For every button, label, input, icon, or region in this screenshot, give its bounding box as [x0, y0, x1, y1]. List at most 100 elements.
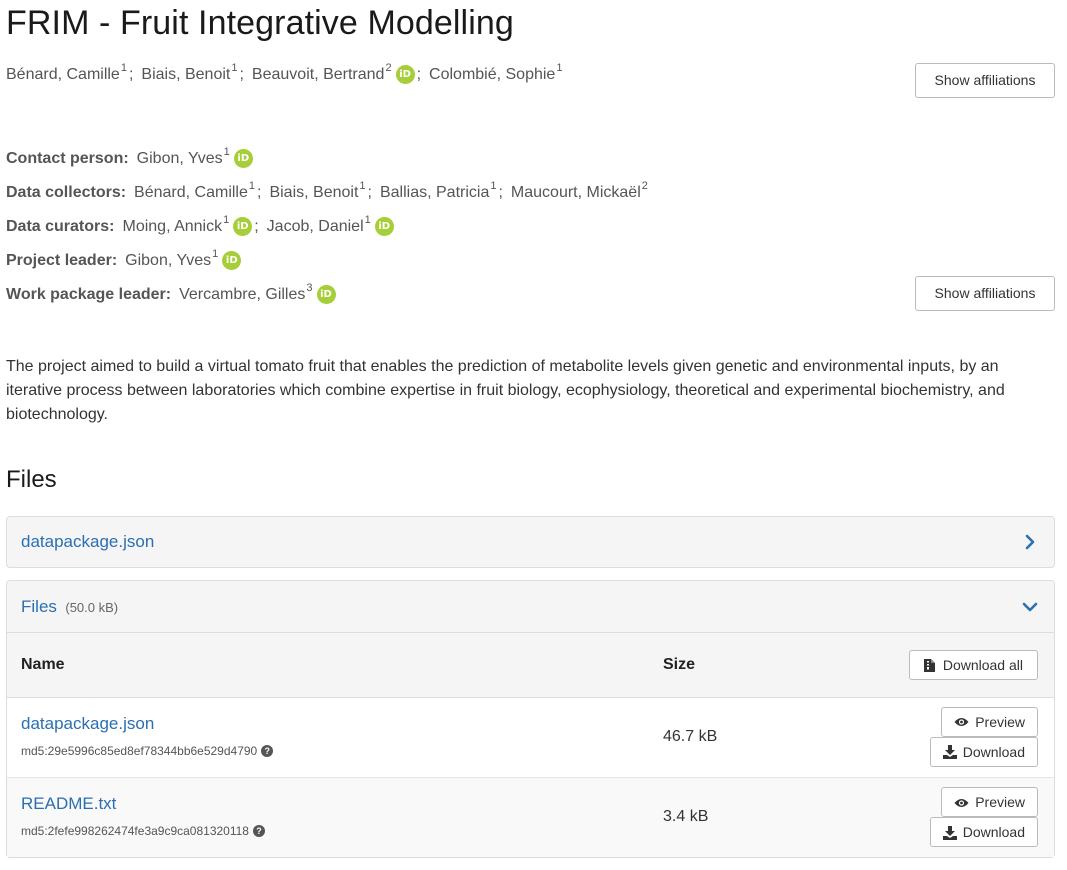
file-name-cell: README.txt md5:2fefe998262474fe3a9c9ca08…: [7, 777, 662, 857]
chevron-right-icon[interactable]: [1020, 532, 1040, 552]
role-label: Project leader:: [6, 252, 118, 270]
file-actions: Preview Download: [837, 777, 1054, 857]
role-label: Data curators:: [6, 218, 115, 236]
download-button[interactable]: Download: [929, 737, 1038, 767]
question-circle-icon[interactable]: ?: [261, 744, 274, 757]
contributor-name: Gibon, Yves: [125, 252, 212, 270]
separator: ;: [367, 184, 372, 202]
download-all-label: Download all: [942, 656, 1023, 673]
contributor-name: Moing, Annick: [122, 218, 223, 236]
file-size: 46.7 kB: [663, 728, 718, 745]
contributor[interactable]: Gibon, Yves1: [136, 146, 230, 168]
contributor-name: Gibon, Yves: [136, 150, 223, 168]
contributor[interactable]: Moing, Annick1: [122, 214, 229, 236]
contributor-row-contact-person: Contact person: Gibon, Yves1iD: [6, 143, 648, 177]
creators-list: Bénard, Camille1; Biais, Benoit1; Beauvoit…: [6, 62, 562, 85]
contributor[interactable]: Biais, Benoit1: [269, 180, 365, 202]
table-row: README.txt md5:2fefe998262474fe3a9c9ca08…: [7, 777, 1054, 857]
contributor[interactable]: Vercambre, Gilles3: [179, 282, 312, 304]
show-affiliations-button[interactable]: Show affiliations: [915, 276, 1055, 311]
creator-name: Beauvoit, Bertrand: [251, 66, 385, 84]
affiliation-index: 1: [359, 180, 366, 192]
question-circle-icon[interactable]: ?: [252, 825, 265, 838]
orcid-icon[interactable]: iD: [233, 216, 253, 236]
contributor-name: Maucourt, Mickaël: [510, 184, 641, 202]
files-heading: Files: [6, 466, 57, 493]
column-header-name: Name: [21, 655, 65, 673]
affiliation-index: 1: [212, 248, 219, 260]
total-size: (50.0 kB): [65, 599, 119, 615]
affiliation-index: 1: [120, 62, 127, 74]
download-icon: [942, 745, 957, 760]
panel-header[interactable]: Files (50.0 kB): [7, 581, 1054, 633]
chevron-down-icon[interactable]: [1020, 597, 1040, 617]
files-panel-link[interactable]: Files: [21, 597, 57, 616]
role-label: Work package leader:: [6, 286, 172, 304]
file-name-cell: datapackage.json md5:29e5996c85ed8ef7834…: [7, 697, 662, 777]
separator: ;: [254, 218, 259, 236]
table-header-row: Name Size Download all: [7, 633, 1054, 697]
panel-header[interactable]: datapackage.json: [7, 517, 1054, 567]
affiliation-index: 3: [306, 282, 313, 294]
contributor-name: Biais, Benoit: [269, 184, 359, 202]
file-link[interactable]: datapackage.json: [21, 714, 661, 734]
column-header-size: Size: [663, 655, 696, 673]
contributor[interactable]: Jacob, Daniel1: [266, 214, 371, 236]
preview-button[interactable]: Preview: [941, 787, 1038, 818]
download-button[interactable]: Download: [929, 817, 1038, 848]
creator[interactable]: Colombié, Sophie1: [429, 62, 562, 83]
files-table: Name Size Download all datapackage.json …: [7, 633, 1054, 857]
file-link[interactable]: README.txt: [21, 794, 661, 814]
orcid-icon[interactable]: iD: [395, 64, 415, 84]
orcid-icon[interactable]: iD: [222, 250, 242, 270]
download-icon: [942, 825, 957, 840]
contributor[interactable]: Gibon, Yves1: [125, 248, 218, 270]
affiliation-index: 1: [556, 62, 563, 74]
orcid-icon[interactable]: iD: [233, 148, 253, 168]
download-label: Download: [962, 824, 1025, 841]
preview-label: Preview: [975, 794, 1025, 811]
file-checksum: md5:2fefe998262474fe3a9c9ca081320118: [21, 824, 249, 839]
contributor-row-data-curators: Data curators: Moing, Annick1iD; Jacob, Da…: [6, 211, 648, 245]
affiliation-index: 1: [490, 180, 497, 192]
separator: ;: [257, 184, 262, 202]
creator[interactable]: Bénard, Camille1: [6, 62, 127, 84]
separator: ;: [498, 184, 503, 202]
datapackage-link[interactable]: datapackage.json: [21, 532, 154, 552]
eye-icon: [954, 798, 969, 807]
page-title: FRIM - Fruit Integrative Modelling: [6, 4, 514, 42]
contributor-name: Vercambre, Gilles: [179, 286, 306, 304]
preview-label: Preview: [975, 714, 1025, 730]
creator[interactable]: Biais, Benoit1: [141, 62, 237, 84]
orcid-icon[interactable]: iD: [316, 284, 336, 304]
preview-button[interactable]: Preview: [941, 707, 1038, 737]
contributor-name: Jacob, Daniel: [266, 218, 364, 236]
contributor-name: Bénard, Camille: [134, 184, 248, 202]
description: The project aimed to build a virtual tom…: [6, 358, 1005, 423]
file-checksum: md5:29e5996c85ed8ef78344bb6e529d4790: [21, 744, 258, 758]
download-all-cell: Download all: [837, 633, 1054, 697]
files-panel: Files (50.0 kB) Name Size Download all d…: [6, 580, 1055, 858]
creator-name: Bénard, Camille: [6, 66, 120, 84]
file-archive-icon: [923, 658, 935, 672]
show-affiliations-button[interactable]: Show affiliations: [915, 63, 1055, 98]
file-size: 3.4 kB: [663, 808, 709, 826]
table-row: datapackage.json md5:29e5996c85ed8ef7834…: [7, 697, 1054, 777]
separator: ;: [239, 66, 244, 84]
download-all-button[interactable]: Download all: [908, 649, 1038, 680]
download-label: Download: [962, 744, 1025, 760]
affiliation-index: 1: [223, 214, 230, 226]
creator-name: Biais, Benoit: [141, 66, 231, 84]
contributor[interactable]: Ballias, Patricia1: [379, 180, 497, 202]
contributor[interactable]: Bénard, Camille1: [134, 180, 255, 202]
role-label: Data collectors:: [6, 184, 127, 202]
separator: ;: [416, 66, 422, 84]
contributor[interactable]: Maucourt, Mickaël2: [510, 180, 648, 202]
role-label: Contact person:: [6, 150, 129, 168]
contributors-list: Contact person: Gibon, Yves1iD Data colle…: [6, 143, 648, 313]
affiliation-index: 1: [248, 180, 255, 192]
orcid-icon[interactable]: iD: [374, 216, 394, 236]
contributor-name: Ballias, Patricia: [379, 184, 490, 202]
datapackage-panel[interactable]: datapackage.json: [6, 516, 1055, 568]
creator[interactable]: Beauvoit, Bertrand2: [251, 62, 392, 84]
